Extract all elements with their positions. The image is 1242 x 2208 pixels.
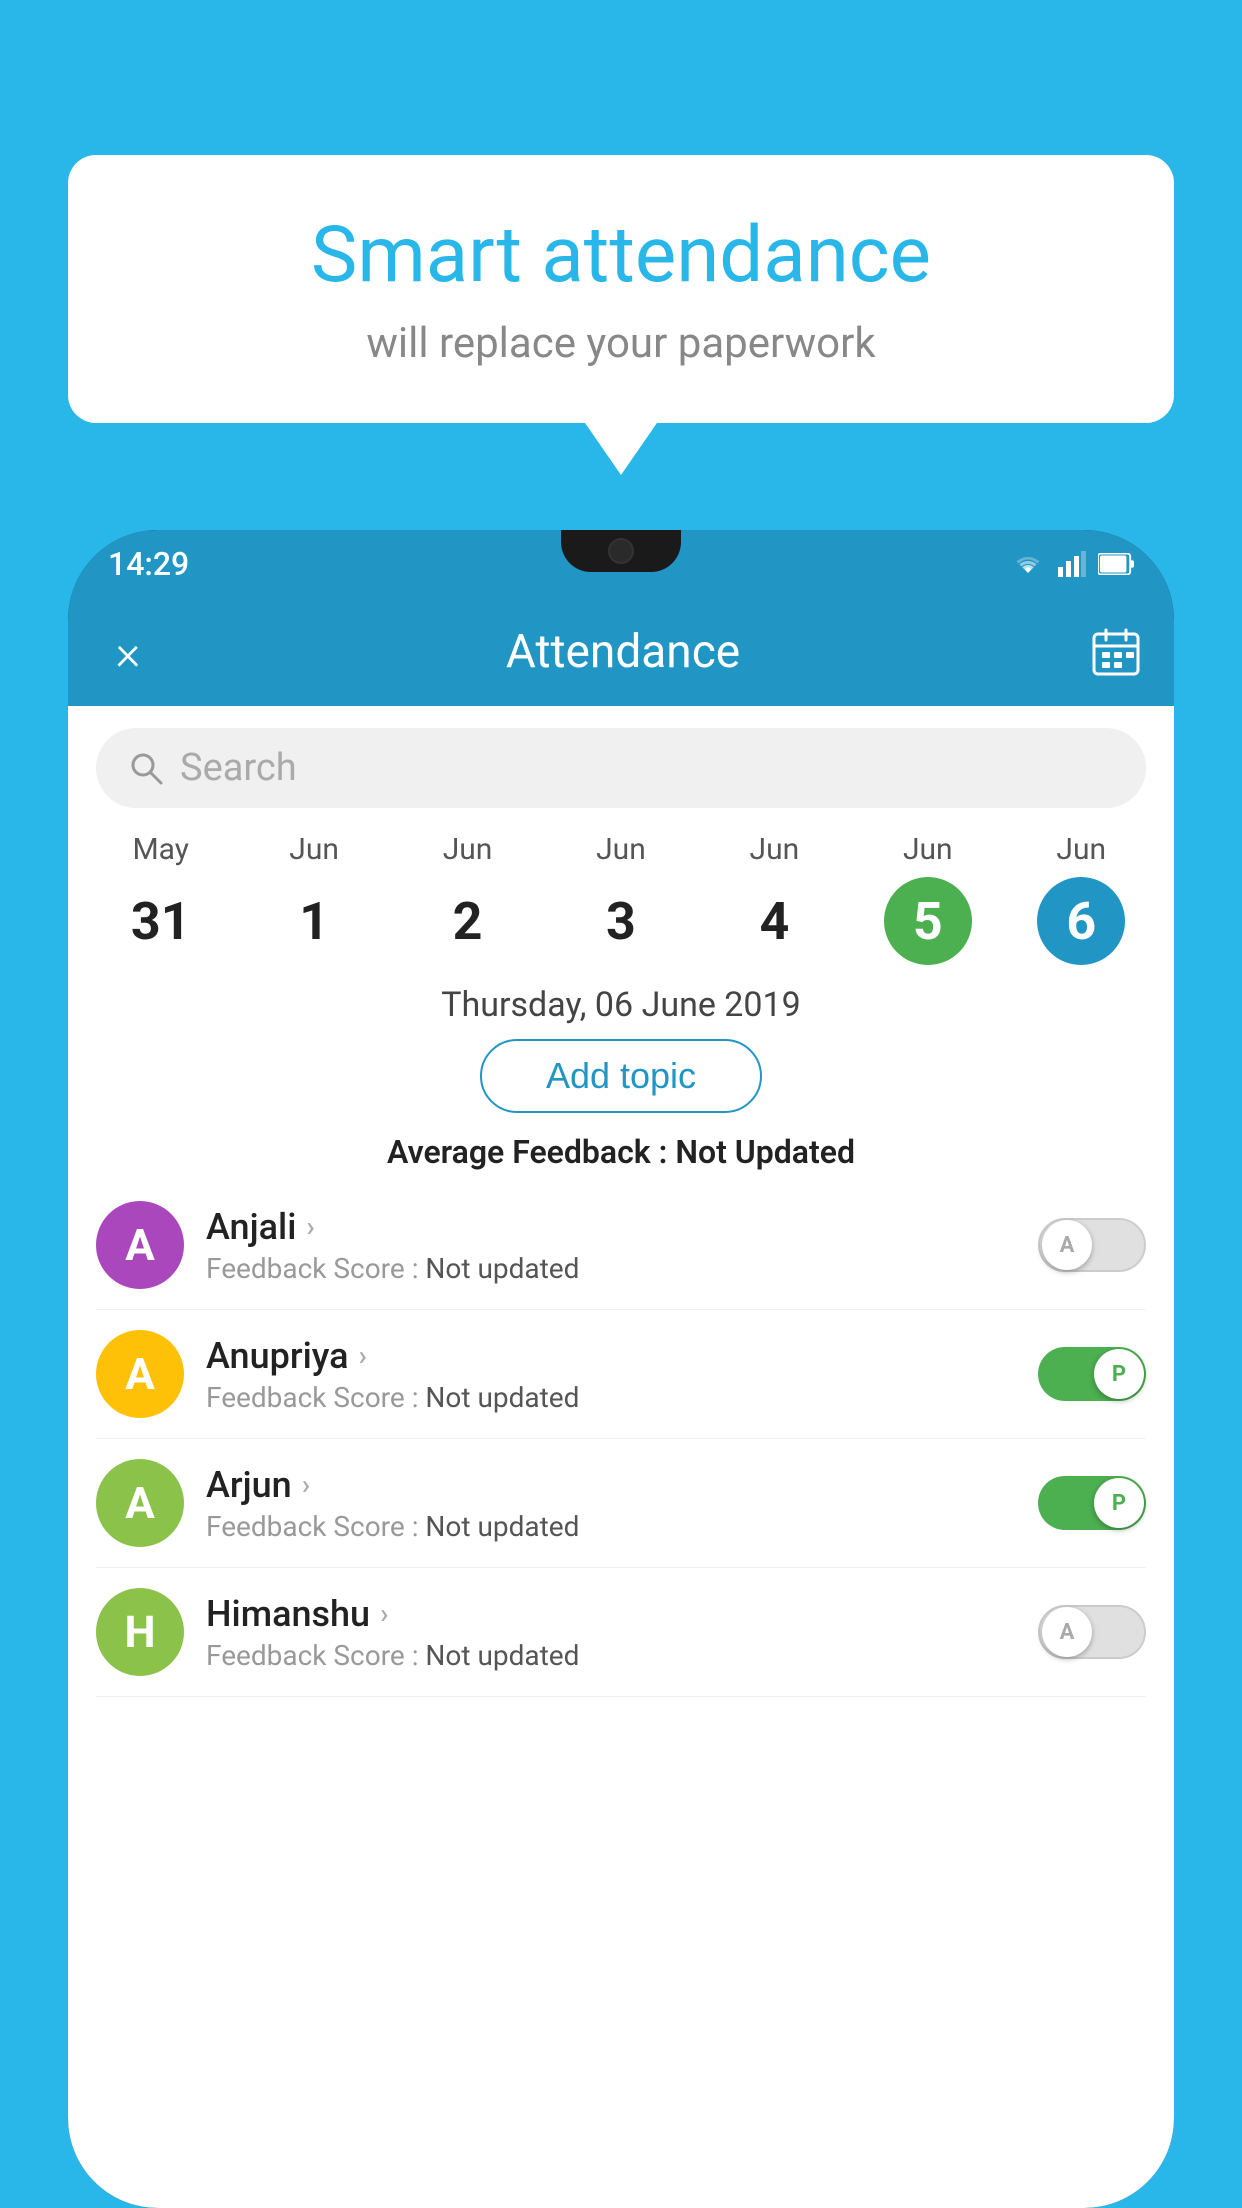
toggle-track[interactable]: A — [1038, 1605, 1146, 1659]
status-time: 14:29 — [108, 545, 189, 583]
student-info: Anupriya › Feedback Score : Not updated — [206, 1335, 1016, 1414]
student-item[interactable]: A Arjun › Feedback Score : Not updated P — [96, 1439, 1146, 1568]
calendar-day[interactable]: Jun 2 — [413, 832, 523, 965]
phone-notch — [561, 530, 681, 572]
toggle-knob: A — [1042, 1607, 1092, 1657]
cal-month-label: May — [132, 832, 188, 867]
student-avatar: A — [96, 1330, 184, 1418]
cal-month-label: Jun — [750, 832, 800, 867]
student-feedback: Feedback Score : Not updated — [206, 1639, 1016, 1672]
selected-date-label: Thursday, 06 June 2019 — [68, 985, 1174, 1025]
speech-bubble-subtitle: will replace your paperwork — [128, 319, 1114, 368]
toggle-track[interactable]: P — [1038, 1476, 1146, 1530]
wifi-icon — [1010, 551, 1046, 577]
student-item[interactable]: A Anjali › Feedback Score : Not updated A — [96, 1181, 1146, 1310]
add-topic-button[interactable]: Add topic — [480, 1039, 762, 1113]
signal-icon — [1058, 551, 1086, 577]
attendance-toggle[interactable]: P — [1038, 1347, 1146, 1401]
calendar-day[interactable]: Jun 4 — [719, 832, 829, 965]
phone-frame: 14:29 — [68, 530, 1174, 2208]
toggle-knob: P — [1094, 1349, 1144, 1399]
student-avatar: A — [96, 1459, 184, 1547]
student-name[interactable]: Himanshu › — [206, 1593, 1016, 1635]
speech-bubble: Smart attendance will replace your paper… — [68, 155, 1174, 423]
avg-feedback-value: Not Updated — [675, 1133, 855, 1171]
student-item[interactable]: H Himanshu › Feedback Score : Not updated A — [96, 1568, 1146, 1697]
calendar-icon[interactable] — [1090, 626, 1142, 678]
attendance-toggle[interactable]: A — [1038, 1218, 1146, 1272]
feedback-value: Not updated — [425, 1381, 579, 1414]
cal-date-label[interactable]: 4 — [730, 877, 818, 965]
average-feedback: Average Feedback : Not Updated — [68, 1133, 1174, 1171]
student-item[interactable]: A Anupriya › Feedback Score : Not updated P — [96, 1310, 1146, 1439]
phone-camera — [608, 538, 634, 564]
student-avatar: A — [96, 1201, 184, 1289]
student-info: Himanshu › Feedback Score : Not updated — [206, 1593, 1016, 1672]
phone-wrapper: 14:29 — [68, 530, 1174, 2208]
student-avatar: H — [96, 1588, 184, 1676]
speech-bubble-title: Smart attendance — [128, 210, 1114, 301]
toggle-knob: A — [1042, 1220, 1092, 1270]
student-feedback: Feedback Score : Not updated — [206, 1252, 1016, 1285]
chevron-right-icon: › — [306, 1210, 314, 1243]
cal-date-label[interactable]: 31 — [117, 877, 205, 965]
calendar-day[interactable]: Jun 6 — [1026, 832, 1136, 965]
cal-month-label: Jun — [289, 832, 339, 867]
student-info: Anjali › Feedback Score : Not updated — [206, 1206, 1016, 1285]
calendar-day[interactable]: May 31 — [106, 832, 216, 965]
app-bar: × Attendance — [68, 598, 1174, 706]
search-bar-container: Search — [68, 706, 1174, 824]
chevron-right-icon: › — [359, 1339, 367, 1372]
calendar-day[interactable]: Jun 3 — [566, 832, 676, 965]
cal-month-label: Jun — [596, 832, 646, 867]
cal-date-label[interactable]: 2 — [424, 877, 512, 965]
chevron-right-icon: › — [380, 1597, 388, 1630]
calendar-day[interactable]: Jun 5 — [873, 832, 983, 965]
student-name[interactable]: Anupriya › — [206, 1335, 1016, 1377]
cal-date-label[interactable]: 6 — [1037, 877, 1125, 965]
student-feedback: Feedback Score : Not updated — [206, 1381, 1016, 1414]
student-list: AAnjali ›Feedback Score : Not updatedAAA… — [68, 1181, 1174, 1697]
avg-feedback-label: Average Feedback : — [387, 1133, 675, 1171]
student-name[interactable]: Arjun › — [206, 1464, 1016, 1506]
cal-month-label: Jun — [443, 832, 493, 867]
feedback-value: Not updated — [425, 1252, 579, 1285]
cal-month-label: Jun — [1056, 832, 1106, 867]
cal-date-label[interactable]: 1 — [270, 877, 358, 965]
calendar-strip: May 31 Jun 1 Jun 2 Jun 3 Jun 4 Jun 5 Jun 6 — [68, 824, 1174, 965]
toggle-track[interactable]: A — [1038, 1218, 1146, 1272]
battery-icon — [1098, 553, 1134, 575]
close-button[interactable]: × — [100, 624, 156, 681]
toggle-knob: P — [1094, 1478, 1144, 1528]
feedback-value: Not updated — [425, 1639, 579, 1672]
student-feedback: Feedback Score : Not updated — [206, 1510, 1016, 1543]
app-bar-title: Attendance — [506, 625, 740, 679]
feedback-value: Not updated — [425, 1510, 579, 1543]
cal-date-label[interactable]: 5 — [884, 877, 972, 965]
attendance-toggle[interactable]: P — [1038, 1476, 1146, 1530]
status-icons — [1010, 551, 1134, 577]
screen-content: Search May 31 Jun 1 Jun 2 Jun 3 Jun 4 Jun 5 Jun 6 Thu… — [68, 706, 1174, 2208]
calendar-day[interactable]: Jun 1 — [259, 832, 369, 965]
cal-date-label[interactable]: 3 — [577, 877, 665, 965]
search-icon — [128, 750, 164, 786]
toggle-track[interactable]: P — [1038, 1347, 1146, 1401]
search-bar[interactable]: Search — [96, 728, 1146, 808]
cal-month-label: Jun — [903, 832, 953, 867]
student-name[interactable]: Anjali › — [206, 1206, 1016, 1248]
speech-bubble-container: Smart attendance will replace your paper… — [68, 155, 1174, 423]
search-input[interactable]: Search — [180, 746, 297, 790]
student-info: Arjun › Feedback Score : Not updated — [206, 1464, 1016, 1543]
chevron-right-icon: › — [302, 1468, 310, 1501]
attendance-toggle[interactable]: A — [1038, 1605, 1146, 1659]
